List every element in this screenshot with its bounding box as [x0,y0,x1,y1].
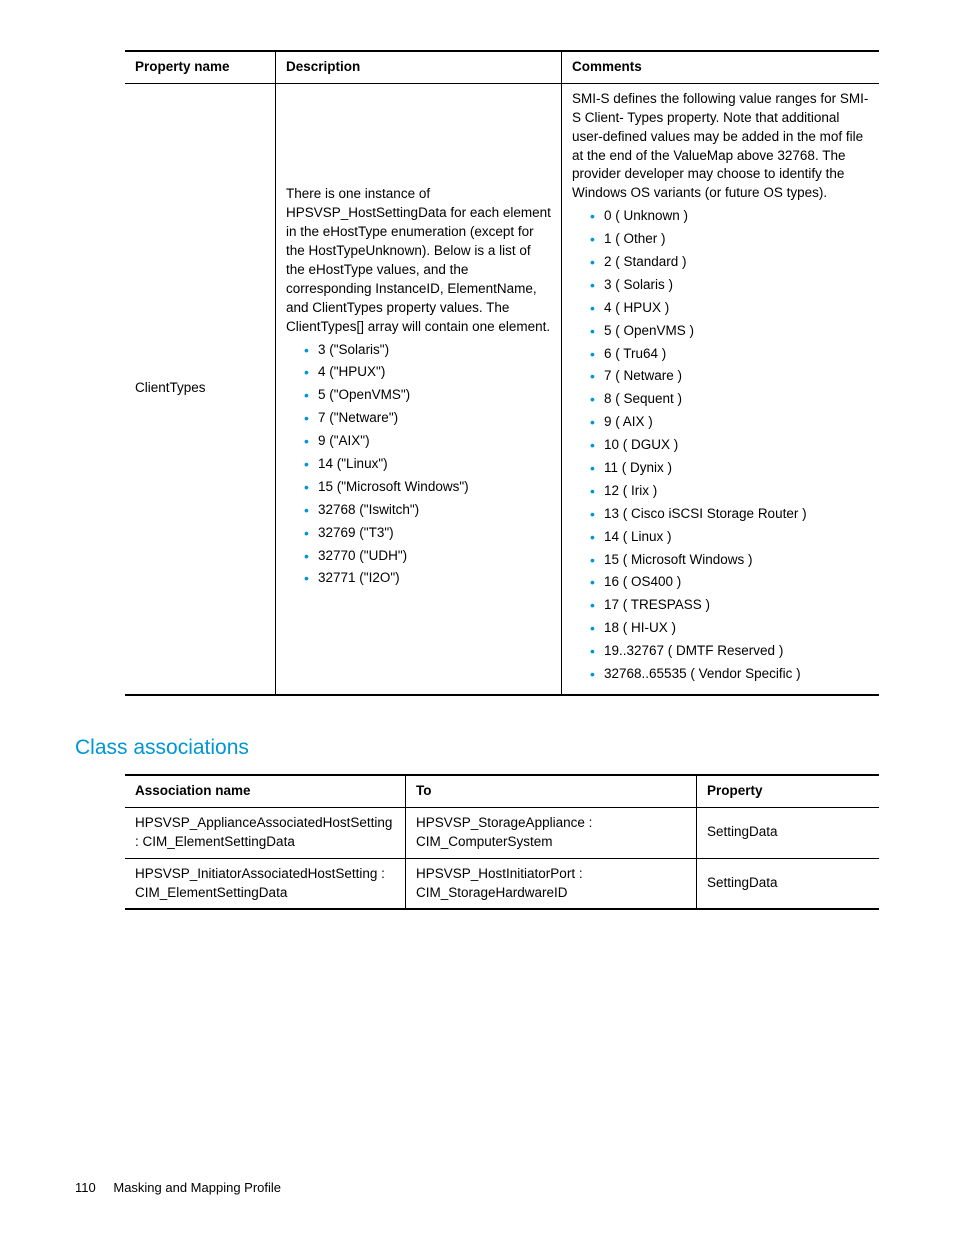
comments-list: 0 ( Unknown ) 1 ( Other ) 2 ( Standard )… [572,207,869,684]
cell-comments: SMI-S defines the following value ranges… [562,83,880,695]
list-item: 14 ("Linux") [304,455,551,474]
list-item: 4 ("HPUX") [304,363,551,382]
cell-to: HPSVSP_StorageAppliance : CIM_ComputerSy… [406,807,697,858]
cell-association-name: HPSVSP_InitiatorAssociatedHostSetting : … [125,858,406,909]
list-item: 6 ( Tru64 ) [590,345,869,364]
list-item: 11 ( Dynix ) [590,459,869,478]
table-header-row: Property name Description Comments [125,51,879,83]
section-heading: Class associations [75,736,879,760]
properties-table: Property name Description Comments Clien… [125,50,879,696]
list-item: 10 ( DGUX ) [590,436,869,455]
desc-list: 3 ("Solaris") 4 ("HPUX") 5 ("OpenVMS") 7… [286,341,551,589]
list-item: 12 ( Irix ) [590,482,869,501]
list-item: 13 ( Cisco iSCSI Storage Router ) [590,505,869,524]
footer-title: Masking and Mapping Profile [113,1180,281,1195]
list-item: 4 ( HPUX ) [590,299,869,318]
list-item: 15 ("Microsoft Windows") [304,478,551,497]
list-item: 15 ( Microsoft Windows ) [590,551,869,570]
list-item: 5 ("OpenVMS") [304,386,551,405]
list-item: 8 ( Sequent ) [590,390,869,409]
col-comments: Comments [562,51,880,83]
list-item: 19..32767 ( DMTF Reserved ) [590,642,869,661]
list-item: 9 ("AIX") [304,432,551,451]
desc-paragraph: There is one instance of HPSVSP_HostSett… [286,185,551,336]
list-item: 32768 ("Iswitch") [304,501,551,520]
list-item: 2 ( Standard ) [590,253,869,272]
list-item: 16 ( OS400 ) [590,573,869,592]
list-item: 17 ( TRESPASS ) [590,596,869,615]
list-item: 32768..65535 ( Vendor Specific ) [590,665,869,684]
table-row: HPSVSP_ApplianceAssociatedHostSetting : … [125,807,879,858]
list-item: 0 ( Unknown ) [590,207,869,226]
list-item: 18 ( HI-UX ) [590,619,869,638]
associations-table: Association name To Property HPSVSP_Appl… [125,774,879,910]
table-header-row: Association name To Property [125,775,879,807]
list-item: 7 ("Netware") [304,409,551,428]
col-description: Description [276,51,562,83]
col-property-name: Property name [125,51,276,83]
cell-association-name: HPSVSP_ApplianceAssociatedHostSetting : … [125,807,406,858]
cell-description: There is one instance of HPSVSP_HostSett… [276,83,562,695]
cell-property-name: ClientTypes [125,83,276,695]
page-footer: 110 Masking and Mapping Profile [75,1180,281,1195]
col-to: To [406,775,697,807]
col-association-name: Association name [125,775,406,807]
cell-to: HPSVSP_HostInitiatorPort : CIM_StorageHa… [406,858,697,909]
list-item: 7 ( Netware ) [590,367,869,386]
cell-property: SettingData [697,807,880,858]
col-property: Property [697,775,880,807]
list-item: 32770 ("UDH") [304,547,551,566]
list-item: 9 ( AIX ) [590,413,869,432]
page-number: 110 [75,1180,96,1195]
list-item: 3 ( Solaris ) [590,276,869,295]
comments-paragraph: SMI-S defines the following value ranges… [572,90,869,203]
cell-property: SettingData [697,858,880,909]
page: Property name Description Comments Clien… [0,0,954,1235]
table-row: ClientTypes There is one instance of HPS… [125,83,879,695]
list-item: 32769 ("T3") [304,524,551,543]
list-item: 1 ( Other ) [590,230,869,249]
list-item: 14 ( Linux ) [590,528,869,547]
table-row: HPSVSP_InitiatorAssociatedHostSetting : … [125,858,879,909]
list-item: 32771 ("I2O") [304,569,551,588]
list-item: 5 ( OpenVMS ) [590,322,869,341]
list-item: 3 ("Solaris") [304,341,551,360]
